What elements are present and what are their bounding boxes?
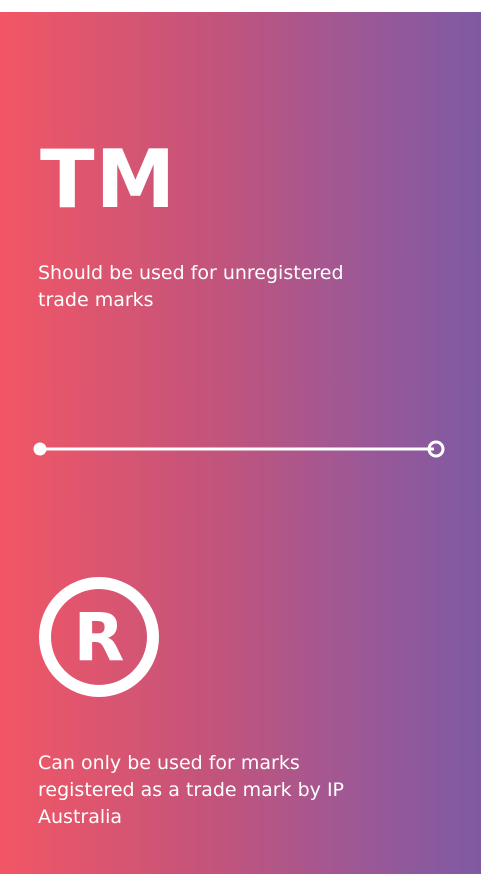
timeline-divider <box>33 440 445 458</box>
registered-letter: R <box>74 599 125 676</box>
tm-description: Should be used for unregistered trade ma… <box>38 262 344 311</box>
tm-symbol: TM <box>40 133 177 226</box>
divider-start-dot <box>33 442 47 456</box>
registered-mark-icon: R <box>39 577 159 697</box>
registered-description: Can only be used for marks registered as… <box>38 752 345 828</box>
trademark-info-panel: TM Should be used for unregistered trade… <box>0 12 481 874</box>
